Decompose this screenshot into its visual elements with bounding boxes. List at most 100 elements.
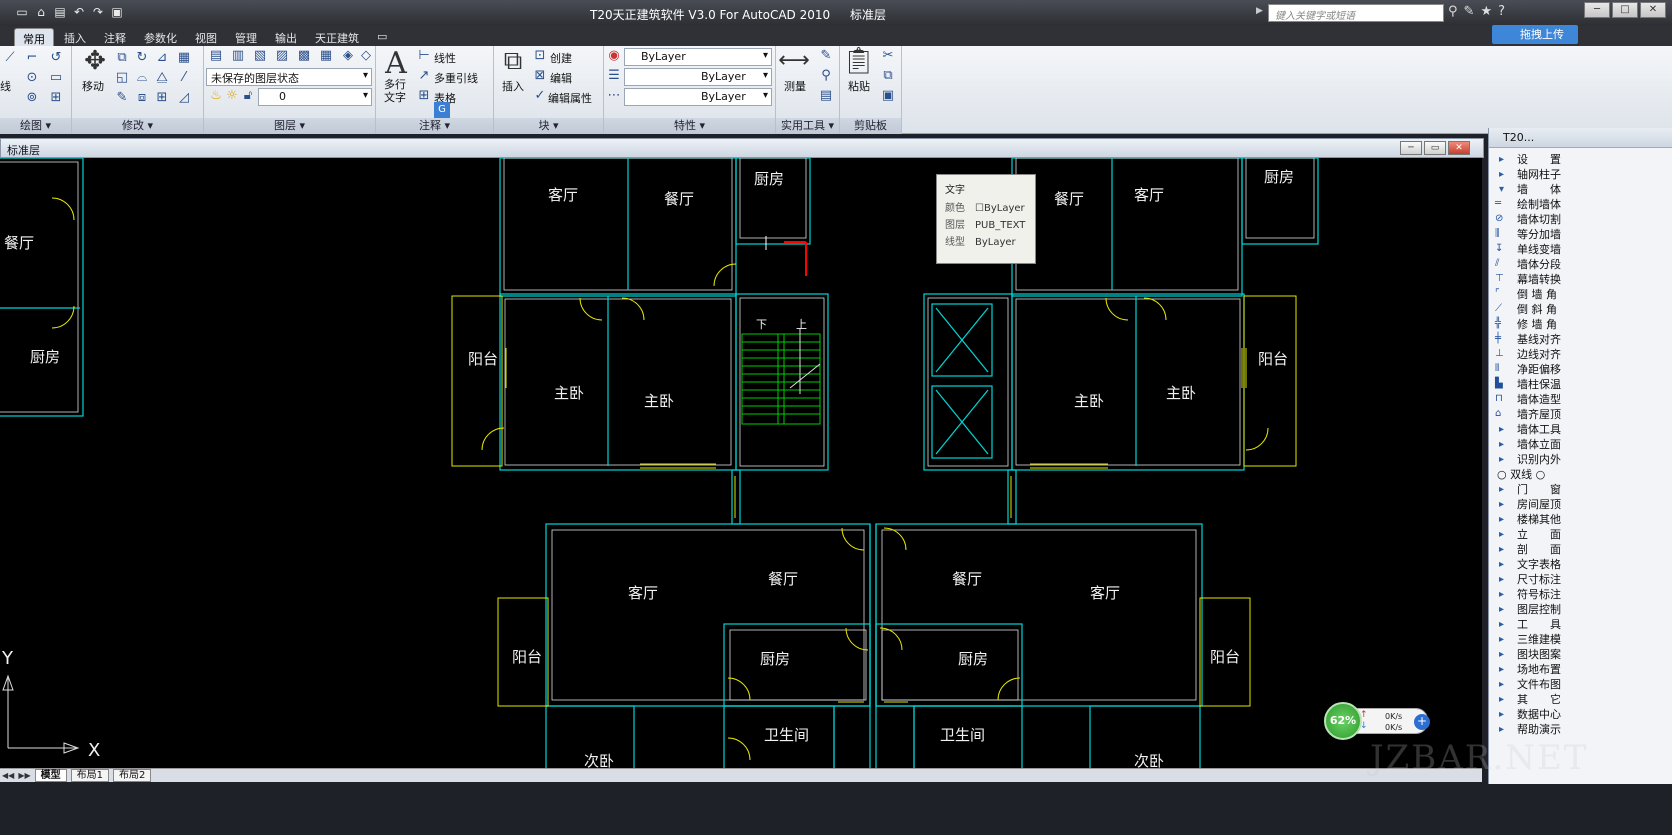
t20-item[interactable]: 图块图案 [1489, 647, 1672, 662]
point-style-icon[interactable]: ⚲ [818, 68, 834, 84]
t20-item[interactable]: ⫴ 净距偏移 [1489, 362, 1672, 377]
panel-properties-title[interactable]: 特性 ▾ [604, 118, 775, 134]
erase-icon[interactable]: ▦ [176, 50, 192, 66]
tab-tangent[interactable]: 天正建筑 [307, 28, 367, 46]
t20-item[interactable]: 设 置 [1489, 152, 1672, 167]
new-icon[interactable]: ▭ [14, 4, 30, 20]
search-input[interactable]: 键入关键字或短语 [1268, 4, 1444, 22]
t20-item[interactable]: 三维建模 [1489, 632, 1672, 647]
t20-item[interactable]: 剖 面 [1489, 542, 1672, 557]
t20-item[interactable]: 房间屋顶 [1489, 497, 1672, 512]
layer-previous-icon[interactable]: ◈ [340, 48, 356, 64]
leader-icon[interactable]: ↗ [416, 68, 432, 84]
doc-close-button[interactable]: ✕ [1448, 141, 1470, 155]
panel-utilities-title[interactable]: 实用工具 ▾ [776, 118, 839, 134]
insert-block-icon[interactable]: ⧉ [498, 46, 528, 77]
layout-tab-layout1[interactable]: 布局1 [70, 769, 109, 782]
measure-icon[interactable]: ⟷ [778, 48, 810, 73]
lineweight-select[interactable]: ByLayer [624, 88, 772, 106]
t20-item[interactable]: 墙 体 [1489, 182, 1672, 197]
t20-item[interactable]: ↧ 单线变墙 [1489, 242, 1672, 257]
t20-item[interactable]: ○ 双线 ○ [1489, 467, 1672, 482]
mtext-icon[interactable]: A [382, 46, 410, 81]
panel-block-title[interactable]: 块 ▾ [494, 118, 603, 134]
table-icon[interactable]: ⊞ [416, 88, 432, 104]
tab-nav-first-icon[interactable]: ◀◀ [2, 771, 14, 780]
maximize-button[interactable]: □ [1612, 2, 1638, 18]
move-icon[interactable]: ✥ [78, 46, 112, 76]
print-icon[interactable]: ▣ [109, 4, 125, 20]
polyline-icon[interactable]: ⌐ [24, 50, 40, 66]
tab-view[interactable]: 视图 [187, 28, 225, 46]
redo-icon[interactable]: ↷ [90, 4, 106, 20]
layer-walk-icon[interactable]: ◇ [358, 48, 374, 64]
leader-label[interactable]: 多重引线 [434, 70, 478, 86]
lightbulb-icon[interactable]: ♨ [208, 88, 224, 104]
edit-label[interactable]: 编辑 [550, 70, 572, 86]
t20-item[interactable]: ╬ 修 墙 角 [1489, 317, 1672, 332]
linetype-select[interactable]: ByLayer [624, 68, 772, 86]
t20-item[interactable]: 场地布置 [1489, 662, 1672, 677]
layout-tab-model[interactable]: 模型 [34, 769, 67, 782]
binoculars-icon[interactable]: ⚲ [1448, 4, 1458, 19]
trim-icon[interactable]: ⊿ [154, 50, 170, 66]
t20-item[interactable]: ⊤ 幕墙转换 [1489, 272, 1672, 287]
t20-item[interactable]: ⊘ 墙体切割 [1489, 212, 1672, 227]
tab-output[interactable]: 输出 [267, 28, 305, 46]
explode-icon[interactable]: ⁄ [176, 70, 192, 86]
mirror-icon[interactable]: ⧋ [154, 70, 170, 86]
copy-clip-icon[interactable]: ⧉ [880, 68, 896, 84]
move-label[interactable]: 移动 [82, 78, 104, 94]
panel-annotation-title[interactable]: 注释 ▾ [376, 118, 493, 134]
create-block-icon[interactable]: ⊡ [532, 48, 548, 64]
t20-item[interactable]: 楼梯其他 [1489, 512, 1672, 527]
t20-item[interactable]: ⟋ 倒 斜 角 [1489, 302, 1672, 317]
edit-attr-icon[interactable]: ✓ [532, 88, 548, 104]
t20-item[interactable]: 工 具 [1489, 617, 1672, 632]
layer-freeze-icon[interactable]: ▨ [274, 48, 290, 64]
layer-match-icon[interactable]: ▦ [318, 48, 334, 64]
undo-icon[interactable]: ↶ [71, 4, 87, 20]
linear-label[interactable]: 线性 [434, 50, 456, 66]
create-label[interactable]: 创建 [550, 50, 572, 66]
network-monitor[interactable]: 0K/s 0K/s ↑ ↓ 62% + [1324, 702, 1430, 740]
t20-item[interactable]: ⌜ 倒 墙 角 [1489, 287, 1672, 302]
match-prop-icon[interactable]: ▣ [880, 88, 896, 104]
t20-item[interactable]: 墙体立面 [1489, 437, 1672, 452]
t20-item[interactable]: 符号标注 [1489, 587, 1672, 602]
layer-isolate-icon[interactable]: ▥ [230, 48, 246, 64]
arc-icon[interactable]: ↺ [48, 50, 64, 66]
stretch-icon[interactable]: ◱ [114, 70, 130, 86]
drawing-canvas[interactable]: 客厅 餐厅 厨房 餐厅 客厅 厨房 餐厅 厨房 阳台 主卧 主卧 主卧 主卧 阳… [0, 158, 1482, 768]
circle-icon[interactable]: ⊙ [24, 70, 40, 86]
t20-item[interactable]: 门 窗 [1489, 482, 1672, 497]
ellipse-icon[interactable]: ⊚ [24, 90, 40, 106]
close-button[interactable]: ✕ [1640, 2, 1666, 18]
t20-item[interactable]: 数据中心 [1489, 707, 1672, 722]
line-icon[interactable]: ⟋ [2, 50, 18, 66]
t20-item[interactable]: 其 它 [1489, 692, 1672, 707]
paste-icon[interactable]: 📋︎ [842, 46, 875, 76]
t20-item[interactable]: ═ 绘制墙体 [1489, 197, 1672, 212]
tab-manage[interactable]: 管理 [227, 28, 265, 46]
calculator-icon[interactable]: ▤ [818, 88, 834, 104]
doc-minimize-button[interactable]: ─ [1400, 141, 1422, 155]
t20-item[interactable]: ⌂ 墙齐屋顶 [1489, 407, 1672, 422]
edit-attr-label[interactable]: 编辑属性 [548, 90, 592, 106]
quick-select-icon[interactable]: ✎ [818, 48, 834, 64]
layout-tab-layout2[interactable]: 布局2 [113, 769, 152, 782]
doc-restore-button[interactable]: ▭ [1424, 141, 1446, 155]
sun-icon[interactable]: ☼ [224, 88, 240, 104]
hatch-icon[interactable]: ⊞ [48, 90, 64, 106]
edit-block-icon[interactable]: ⊠ [532, 68, 548, 84]
t20-item[interactable]: 墙体工具 [1489, 422, 1672, 437]
t20-item[interactable]: ▙ 墙柱保温 [1489, 377, 1672, 392]
upload-button[interactable]: 拖拽上传 [1492, 25, 1578, 44]
save-icon[interactable]: ▤ [52, 4, 68, 20]
scale-icon[interactable]: ✎ [114, 90, 130, 106]
lock-icon[interactable]: 🔓︎ [240, 88, 256, 104]
array-rect-icon[interactable]: ⊞ [154, 90, 170, 106]
star-icon[interactable]: ★ [1480, 4, 1492, 19]
translate-icon[interactable]: G [434, 102, 450, 118]
open-icon[interactable]: ⌂ [33, 4, 49, 20]
